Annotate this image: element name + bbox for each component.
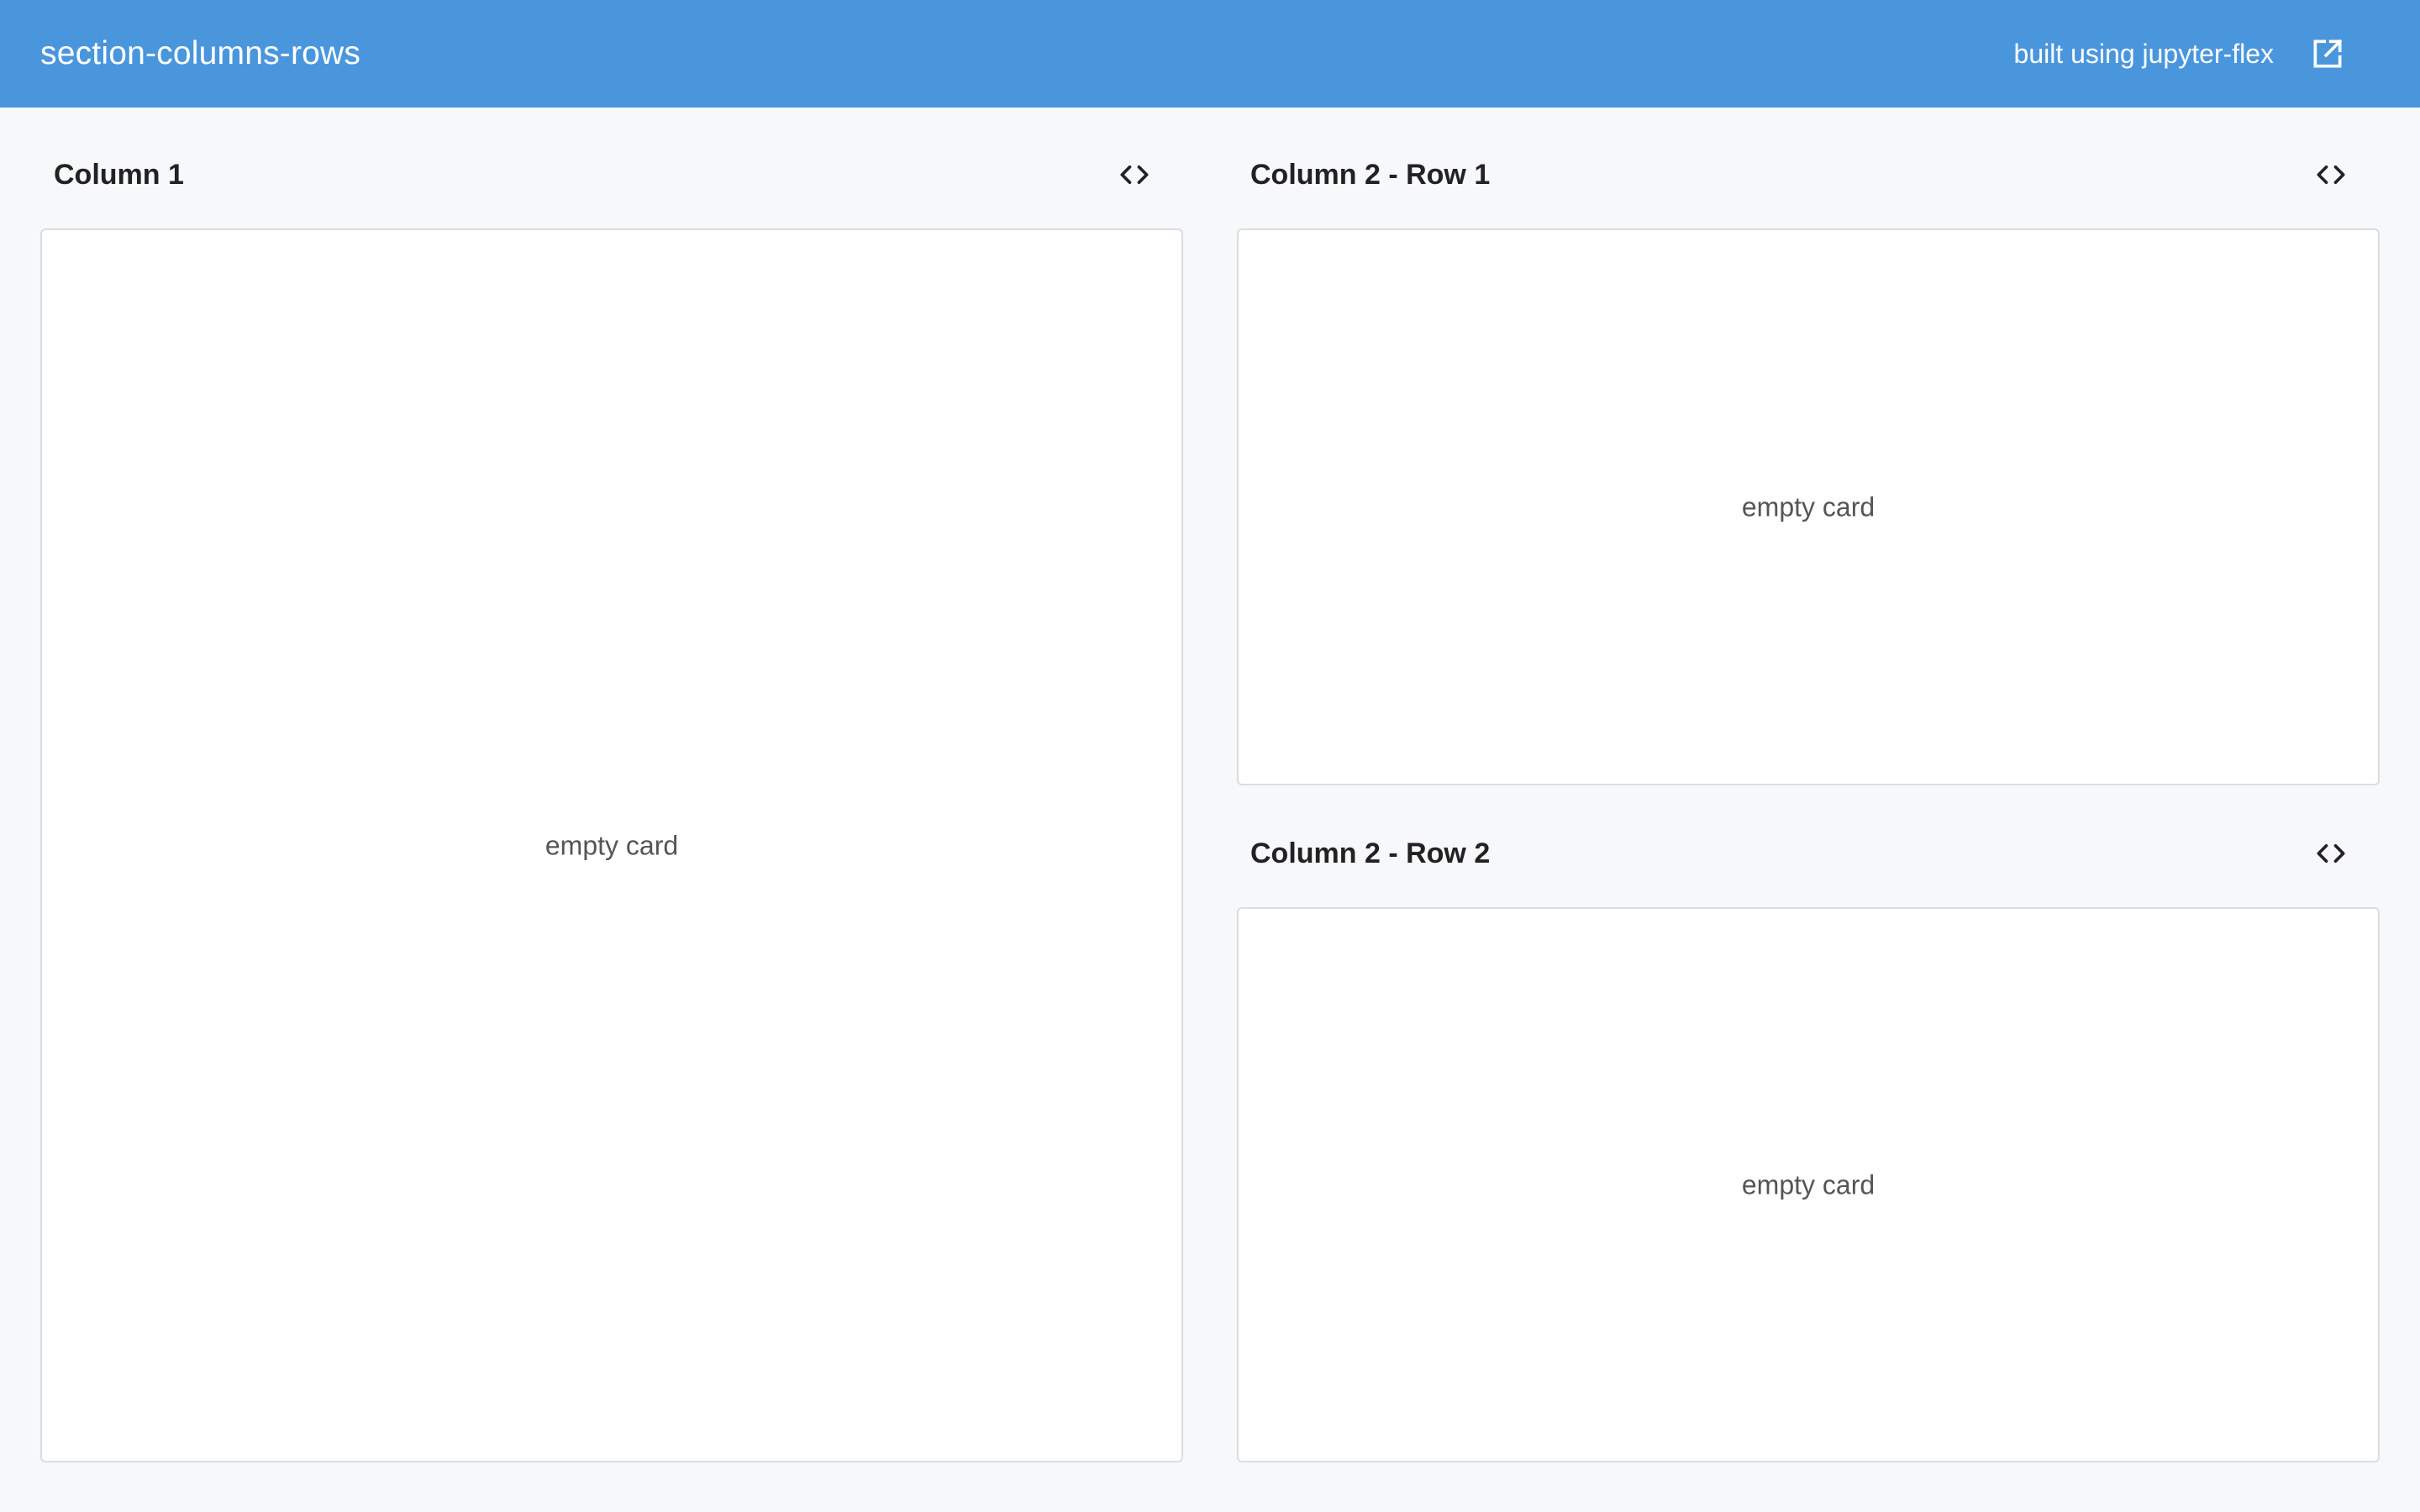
section-title: Column 2 - Row 1	[1250, 159, 1491, 191]
card-placeholder-text: empty card	[1741, 491, 1876, 522]
card-column-2-row-1: empty card	[1237, 228, 2380, 785]
section-header-column-2-row-2: Column 2 - Row 2	[1237, 828, 2380, 879]
navbar: section-columns-rows built using jupyter…	[0, 0, 2420, 108]
code-icon[interactable]	[2312, 835, 2349, 872]
code-icon[interactable]	[1116, 156, 1153, 193]
external-link-icon[interactable]	[2309, 35, 2346, 72]
section-title: Column 1	[54, 159, 184, 191]
card-placeholder-text: empty card	[544, 830, 679, 860]
navbar-right: built using jupyter-flex	[2014, 0, 2346, 108]
dashboard-title[interactable]: section-columns-rows	[40, 0, 360, 108]
card-column-2-row-2: empty card	[1237, 907, 2380, 1462]
card-placeholder-text: empty card	[1741, 1169, 1876, 1200]
built-with-link[interactable]: built using jupyter-flex	[2014, 39, 2274, 70]
section-title: Column 2 - Row 2	[1250, 837, 1491, 869]
code-icon[interactable]	[2312, 156, 2349, 193]
card-column-1: empty card	[40, 228, 1183, 1462]
section-header-column-1: Column 1	[40, 150, 1183, 200]
section-header-column-2-row-1: Column 2 - Row 1	[1237, 150, 2380, 200]
